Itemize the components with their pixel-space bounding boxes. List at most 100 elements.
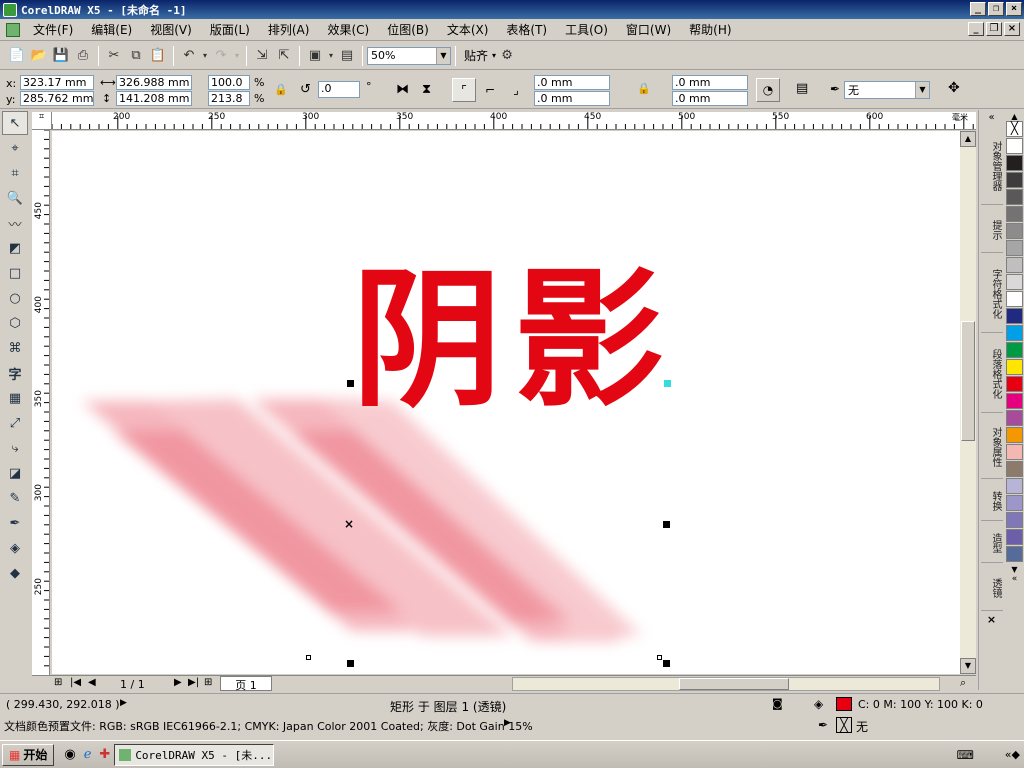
menu-effects[interactable]: 效果(C) (318, 21, 378, 38)
import-icon[interactable]: ⇲ (251, 45, 273, 67)
add-page-after-icon[interactable]: ⊞ (204, 677, 212, 688)
pick-tool-icon[interactable]: ↖ (2, 111, 28, 135)
new-icon[interactable]: 📄 (6, 45, 28, 67)
palette-scroll-down-icon[interactable]: ▼ (1011, 565, 1017, 574)
menu-file[interactable]: 文件(F) (24, 21, 82, 38)
prev-page-icon[interactable]: ◀ (88, 677, 96, 688)
docker-tab-paragraph[interactable]: 段落格式化 (981, 335, 1003, 413)
page-tab[interactable]: 页 1 (220, 676, 272, 692)
fill-color-swatch[interactable] (836, 697, 852, 711)
color-swatch[interactable] (1006, 325, 1023, 341)
table-tool-icon[interactable]: ▦ (2, 386, 28, 410)
color-swatch[interactable] (1006, 172, 1023, 188)
corner-lock-icon[interactable]: 🔒 (637, 82, 651, 95)
scallop-corner-icon[interactable]: ⌐ (478, 78, 502, 102)
menu-help[interactable]: 帮助(H) (680, 21, 740, 38)
scale-width-field[interactable]: 100.0 (208, 75, 250, 90)
add-page-icon[interactable]: ⊞ (54, 677, 62, 688)
color-swatch[interactable] (1006, 240, 1023, 256)
connector-tool-icon[interactable]: ⤷ (2, 436, 28, 460)
color-swatch[interactable] (1006, 257, 1023, 273)
menu-tools[interactable]: 工具(O) (556, 21, 617, 38)
color-swatch[interactable] (1006, 478, 1023, 494)
node-handle[interactable] (657, 655, 662, 660)
zoom-tool-icon[interactable]: 🔍 (2, 186, 28, 210)
mirror-vertical-icon[interactable]: ⧗ (422, 82, 431, 97)
no-color-swatch[interactable]: ╳ (1006, 121, 1023, 137)
h-scroll-thumb[interactable] (679, 678, 789, 690)
interactive-fill-tool-icon[interactable]: ◆ (2, 561, 28, 585)
minimize-button[interactable]: _ (970, 2, 986, 16)
color-swatch[interactable] (1006, 427, 1023, 443)
drop-shadow-tool-icon[interactable]: ◪ (2, 461, 28, 485)
play-icon[interactable]: ▶ (120, 698, 127, 708)
ie-icon[interactable]: ℯ (84, 747, 92, 762)
scroll-down-icon[interactable]: ▼ (960, 658, 976, 674)
copy-icon[interactable]: ⧉ (125, 45, 147, 67)
application-launcher-icon[interactable]: ▣ (304, 45, 326, 67)
fill-tool-icon[interactable]: ◈ (2, 536, 28, 560)
height-field[interactable]: 141.208 mm (116, 91, 192, 106)
next-page-icon[interactable]: ▶ (174, 677, 182, 688)
scale-height-field[interactable]: 213.8 (208, 91, 250, 106)
lock-ratio-icon[interactable]: 🔒 (274, 83, 288, 96)
cut-icon[interactable]: ✂ (103, 45, 125, 67)
docker-close-icon[interactable]: × (979, 613, 1004, 626)
x-position-field[interactable]: 323.17 mm (20, 75, 94, 90)
scroll-thumb[interactable] (961, 321, 975, 441)
selection-handle[interactable] (663, 521, 670, 528)
color-swatch[interactable] (1006, 223, 1023, 239)
lens-handle[interactable] (664, 380, 671, 387)
corner-radius-1[interactable]: .0 mm (534, 75, 610, 90)
menu-window[interactable]: 窗口(W) (617, 21, 680, 38)
text-tool-icon[interactable]: 字 (2, 361, 28, 385)
color-swatch[interactable] (1006, 410, 1023, 426)
doc-minimize-button[interactable]: _ (968, 22, 984, 36)
color-swatch[interactable] (1006, 393, 1023, 409)
docker-tab-shaping[interactable]: 造型 (981, 523, 1003, 563)
drawing-canvas[interactable]: 阴影 × (52, 131, 960, 674)
zoom-combo[interactable]: 50% ▼ (367, 46, 451, 65)
restore-button[interactable]: ❐ (988, 2, 1004, 16)
polygon-tool-icon[interactable]: ⬡ (2, 311, 28, 335)
color-swatch[interactable] (1006, 206, 1023, 222)
color-swatch[interactable] (1006, 444, 1023, 460)
zoom-navigator-icon[interactable]: ⌕ (960, 676, 966, 690)
undo-icon[interactable]: ↶ (178, 45, 200, 67)
eyedropper-tool-icon[interactable]: ✎ (2, 486, 28, 510)
color-swatch[interactable] (1006, 376, 1023, 392)
no-outline-swatch[interactable]: ╳ (836, 717, 852, 733)
horizontal-ruler[interactable]: 200 250 300 350 400 450 500 550 600 毫米 (52, 112, 976, 130)
color-swatch[interactable] (1006, 495, 1023, 511)
doc-restore-button[interactable]: ❐ (986, 22, 1002, 36)
docker-tab-properties[interactable]: 对象属性 (981, 415, 1003, 479)
relative-corner-icon[interactable]: ◔ (756, 78, 780, 102)
color-swatch[interactable] (1006, 529, 1023, 545)
freehand-tool-icon[interactable]: 〰 (2, 211, 28, 235)
options-icon[interactable]: ⚙ (496, 45, 518, 67)
palette-expand-icon[interactable]: « (1012, 574, 1018, 584)
menu-table[interactable]: 表格(T) (497, 21, 556, 38)
color-swatch[interactable] (1006, 189, 1023, 205)
start-button[interactable]: ▦ 开始 (2, 743, 55, 766)
palette-scroll-up-icon[interactable]: ▲ (1011, 112, 1017, 121)
mirror-horizontal-icon[interactable]: ⧓ (396, 82, 409, 97)
ruler-origin[interactable]: ⌗ (32, 112, 52, 130)
export-icon[interactable]: ⇱ (273, 45, 295, 67)
quicklaunch-app-icon[interactable]: ✚ (99, 747, 110, 762)
save-icon[interactable]: 💾 (50, 45, 72, 67)
snap-to-label[interactable]: 贴齐 (464, 47, 488, 64)
vertical-ruler[interactable]: 450 400 350 300 250 (32, 130, 50, 675)
docker-tab-transform[interactable]: 转换 (981, 481, 1003, 521)
smart-fill-tool-icon[interactable]: ◩ (2, 236, 28, 260)
chamfer-corner-icon[interactable]: ⌟ (504, 78, 528, 102)
rotation-field[interactable]: .0 (318, 81, 360, 98)
redo-dropdown-icon[interactable]: ▾ (232, 45, 242, 67)
scroll-up-icon[interactable]: ▲ (960, 131, 976, 147)
y-position-field[interactable]: 285.762 mm (20, 91, 94, 106)
shape-tool-icon[interactable]: ⌖ (2, 136, 28, 160)
selection-handle[interactable] (663, 660, 670, 667)
color-swatch[interactable] (1006, 138, 1023, 154)
print-icon[interactable]: ⎙ (72, 45, 94, 67)
tray-expand-icon[interactable]: «◆ (1005, 748, 1020, 761)
